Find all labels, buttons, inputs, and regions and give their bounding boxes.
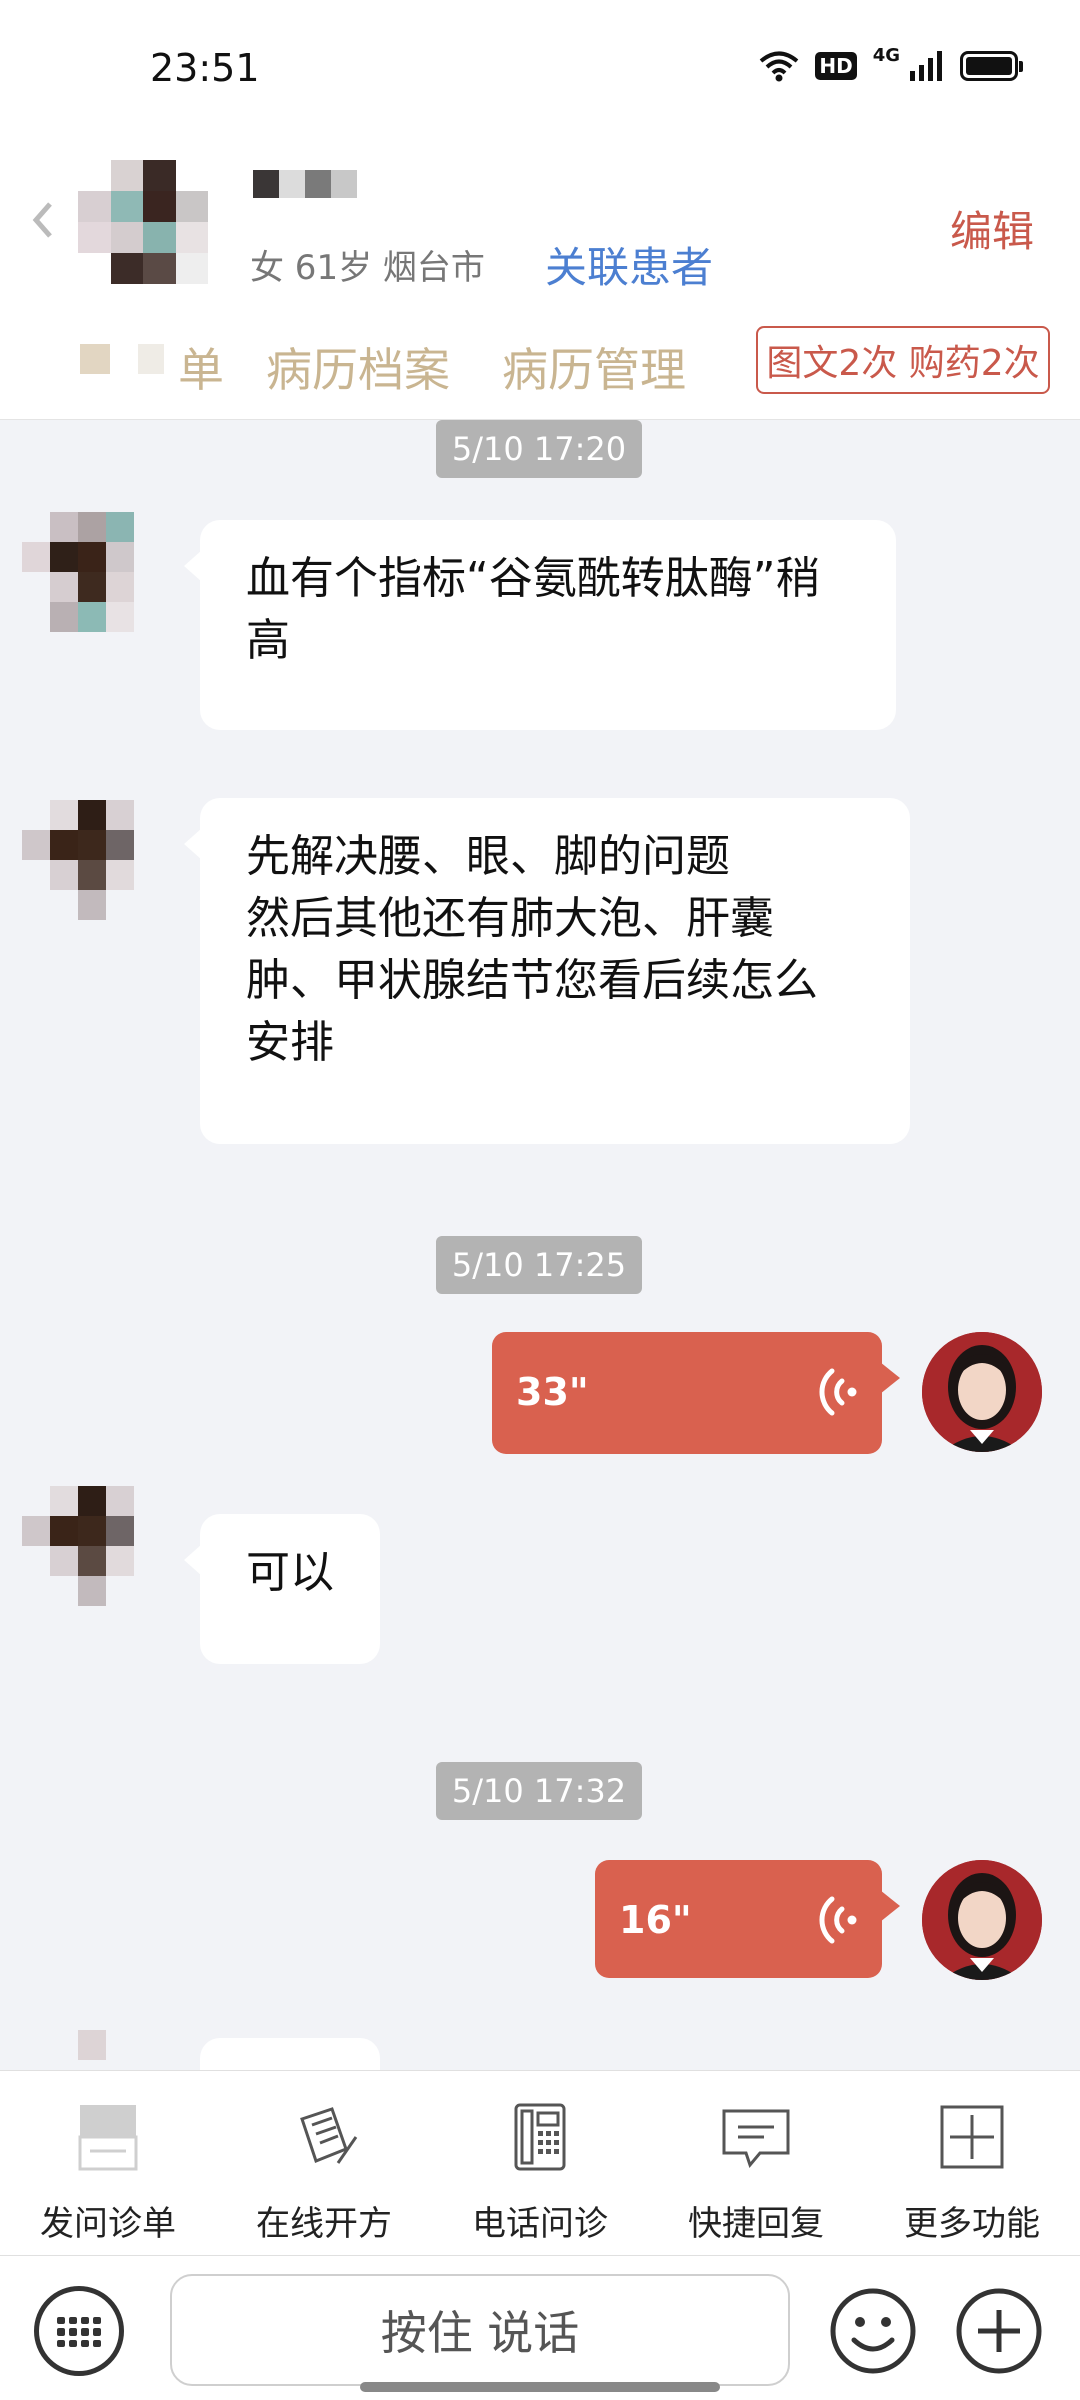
status-icons: HD 4G [759, 45, 1023, 82]
hd-badge: HD [815, 52, 857, 80]
incoming-message-bubble[interactable]: 先解决腰、眼、脚的问题 然后其他还有肺大泡、肝囊 肿、甲状腺结节您看后续怎么 安… [184, 798, 910, 1144]
patient-chat-avatar[interactable] [22, 2030, 162, 2070]
status-bar: 23:51 HD 4G [0, 0, 1080, 130]
patient-avatar[interactable] [78, 160, 208, 315]
voice-duration: 33" [516, 1370, 589, 1414]
wifi-icon [760, 51, 799, 82]
emoji-icon[interactable] [828, 2286, 918, 2376]
voice-wave-icon [819, 1896, 857, 1944]
tab-record-management[interactable]: 病历管理 [502, 334, 686, 400]
doctor-avatar[interactable] [922, 1332, 1042, 1452]
toolbar-label: 电话问诊 [472, 2204, 608, 2244]
tab-form[interactable]: 单 [178, 334, 224, 400]
patient-header: 女 61岁 烟台市 关联患者 编辑 单 病历档案 病历管理 图文2次 购药2次 [0, 130, 1080, 420]
patient-chat-avatar[interactable] [22, 800, 162, 920]
more-plus-icon [940, 2105, 1004, 2169]
voice-wave-icon [819, 1368, 857, 1416]
patient-chat-avatar[interactable] [22, 1486, 162, 1606]
prescription-icon [300, 2107, 358, 2164]
add-attachment-icon[interactable] [954, 2286, 1044, 2376]
inquiry-form-icon [78, 2105, 138, 2171]
patient-chat-avatar[interactable] [22, 512, 162, 632]
edit-button[interactable]: 编辑 [950, 198, 1034, 259]
online-prescription-button[interactable]: 在线开方 [216, 2071, 432, 2256]
incoming-message-bubble[interactable] [184, 2038, 380, 2070]
tab-blur-mark [80, 344, 110, 374]
message-line: 肿、甲状腺结节您看后续怎么 [246, 955, 818, 1006]
home-indicator[interactable] [360, 2382, 720, 2392]
toolbar-label: 在线开方 [256, 2204, 392, 2244]
link-patient-button[interactable]: 关联患者 [545, 234, 713, 295]
toolbar-label: 更多功能 [904, 2204, 1040, 2244]
message-line: 安排 [246, 1017, 334, 1068]
tab-medical-records[interactable]: 病历档案 [266, 334, 450, 400]
send-inquiry-form-button[interactable]: 发问诊单 [0, 2071, 216, 2256]
quota-badge[interactable]: 图文2次 购药2次 [756, 326, 1050, 394]
quick-reply-button[interactable]: 快捷回复 [648, 2071, 864, 2256]
keyboard-icon [57, 2317, 101, 2347]
message-line: 然后其他还有肺大泡、肝囊 [246, 893, 774, 944]
message-timestamp: 5/10 17:32 [436, 1762, 642, 1820]
message-line: 先解决腰、眼、脚的问题 [246, 831, 730, 882]
doctor-avatar[interactable] [922, 1860, 1042, 1980]
signal-icon [910, 51, 942, 81]
patient-meta: 女 61岁 烟台市 [250, 248, 485, 288]
phone-consult-button[interactable]: 电话问诊 [432, 2071, 648, 2256]
incoming-message-bubble[interactable]: 可以 [184, 1514, 380, 1664]
message-timestamp: 5/10 17:25 [436, 1236, 642, 1294]
patient-name-blurred [253, 170, 357, 198]
message-timestamp: 5/10 17:20 [436, 420, 642, 478]
toolbar-label: 快捷回复 [688, 2204, 824, 2244]
voice-duration: 16" [619, 1898, 692, 1942]
phone-icon [514, 2103, 566, 2171]
back-arrow-icon[interactable] [30, 200, 58, 240]
incoming-message-bubble[interactable]: 血有个指标“谷氨酰转肽酶”稍高 [184, 520, 896, 730]
outgoing-voice-message[interactable]: 16" [595, 1860, 900, 1978]
hold-to-talk-button[interactable]: 按住 说话 [170, 2274, 790, 2386]
battery-icon [960, 51, 1023, 81]
tab-blur-mark [138, 344, 164, 374]
status-time: 23:51 [150, 46, 260, 90]
toolbar-label: 发问诊单 [40, 2204, 176, 2244]
quick-reply-icon [722, 2109, 790, 2169]
network-type: 4G [872, 45, 900, 66]
keyboard-toggle-button[interactable] [34, 2286, 124, 2376]
input-bar: 按住 说话 [0, 2255, 1080, 2400]
outgoing-voice-message[interactable]: 33" [492, 1332, 900, 1454]
action-toolbar: 发问诊单 在线开方 电话问诊 快捷回复 更多功能 [0, 2070, 1080, 2255]
chat-area[interactable]: 5/10 17:20 血有个指标“谷氨酰转肽酶”稍高 先解决腰、眼、脚的问题 然… [0, 420, 1080, 2070]
more-functions-button[interactable]: 更多功能 [864, 2071, 1080, 2256]
